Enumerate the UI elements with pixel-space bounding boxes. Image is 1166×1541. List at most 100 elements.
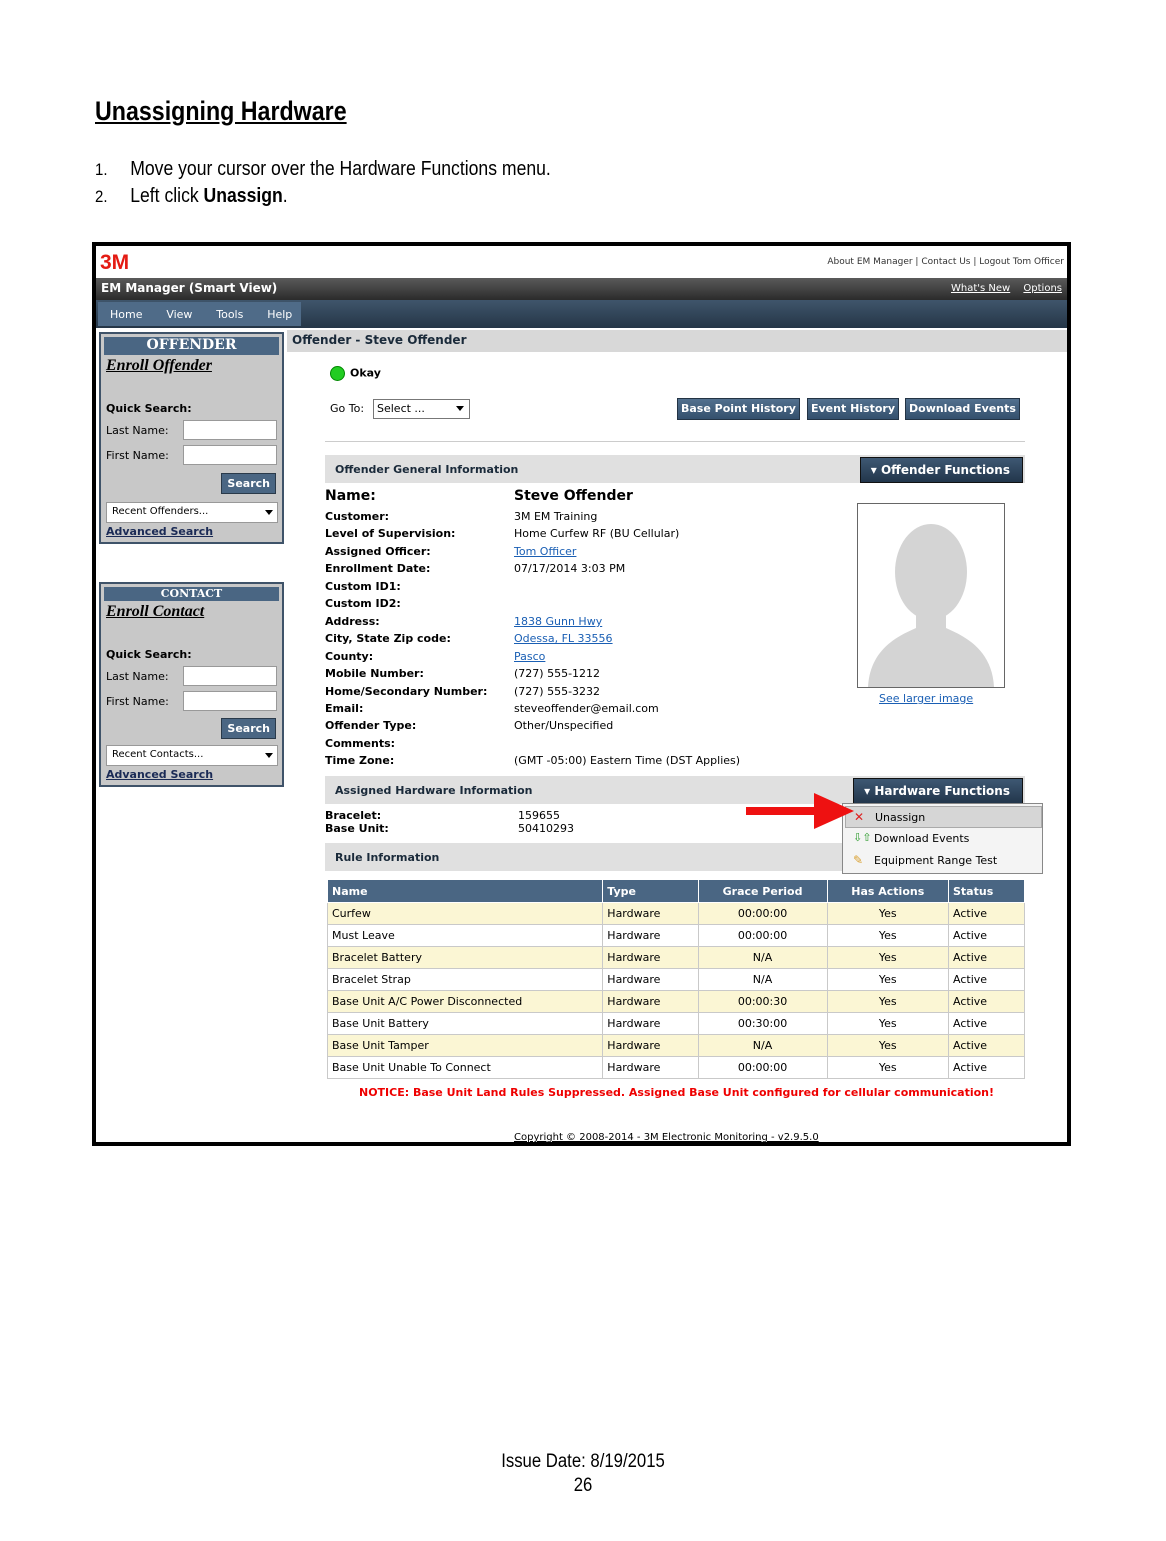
table-cell: 00:30:00 xyxy=(697,1012,828,1035)
base-point-history-button[interactable]: Base Point History xyxy=(677,398,800,420)
table-cell: Base Unit Unable To Connect xyxy=(326,1056,604,1079)
table-cell: Yes xyxy=(826,1056,950,1079)
table-cell: Active xyxy=(948,968,1025,991)
offender-panel: OFFENDER Enroll Offender Quick Search: L… xyxy=(99,332,284,544)
column-header[interactable]: Has Actions xyxy=(826,879,950,903)
table-cell: Active xyxy=(948,1034,1025,1057)
table-row[interactable]: Base Unit Tamper Hardware N/A Yes Active xyxy=(326,1034,1025,1057)
table-cell: Yes xyxy=(826,924,950,947)
contact-last-name-input[interactable] xyxy=(183,666,277,686)
column-header[interactable]: Type xyxy=(602,879,699,903)
menu-bar: Home View Tools Help xyxy=(96,300,1067,328)
options-link[interactable]: Options xyxy=(1023,283,1062,294)
detail-value: (727) 555-1212 xyxy=(514,667,601,680)
status-indicator: Okay xyxy=(330,366,381,381)
menu-view[interactable]: View xyxy=(166,308,192,321)
detail-value[interactable]: Tom Officer xyxy=(514,545,576,558)
hardware-functions-menu: ✕ Unassign ⇩⇧ Download Events ✎ Equipmen… xyxy=(842,803,1043,874)
title-links: What's New Options xyxy=(941,283,1062,294)
event-history-button[interactable]: Event History xyxy=(807,398,899,420)
detail-value: Other/Unspecified xyxy=(514,719,614,732)
offender-advanced-search-link[interactable]: Advanced Search xyxy=(106,525,213,538)
table-cell: 00:00:00 xyxy=(697,902,828,925)
offender-last-name-input[interactable] xyxy=(183,420,277,440)
detail-value: 07/17/2014 3:03 PM xyxy=(514,562,626,575)
table-cell: Hardware xyxy=(602,924,699,947)
detail-key: City, State Zip code: xyxy=(325,632,451,645)
hardware-section: Assigned Hardware Information Hardware F… xyxy=(325,776,1025,804)
detail-key: Level of Supervision: xyxy=(325,527,456,540)
recent-offenders-select[interactable]: Recent Offenders... xyxy=(106,502,278,523)
download-events-button[interactable]: Download Events xyxy=(905,398,1020,420)
whats-new-link[interactable]: What's New xyxy=(951,283,1010,294)
table-row[interactable]: Base Unit Unable To Connect Hardware 00:00… xyxy=(326,1056,1025,1079)
column-header[interactable]: Grace Period xyxy=(697,879,828,903)
table-cell: Hardware xyxy=(602,1056,699,1079)
offender-functions-button[interactable]: Offender Functions xyxy=(859,457,1023,483)
page-footer: Issue Date: 8/19/2015 26 xyxy=(0,1450,1166,1498)
enroll-offender-link[interactable]: Enroll Offender xyxy=(106,357,282,375)
divider xyxy=(325,441,1025,442)
offender-first-name-input[interactable] xyxy=(183,445,277,465)
detail-key: Time Zone: xyxy=(325,754,395,767)
table-row[interactable]: Bracelet Battery Hardware N/A Yes Active xyxy=(326,946,1025,969)
offender-photo[interactable] xyxy=(857,503,1005,688)
person-silhouette-icon xyxy=(868,524,994,687)
table-row[interactable]: Bracelet Strap Hardware N/A Yes Active xyxy=(326,968,1025,991)
column-header[interactable]: Status xyxy=(948,879,1025,903)
menu-tools[interactable]: Tools xyxy=(216,308,243,321)
table-cell: 00:00:00 xyxy=(697,1056,828,1079)
table-cell: Curfew xyxy=(326,902,604,925)
detail-key: Custom ID2: xyxy=(325,597,401,610)
menu-item-download-events[interactable]: ⇩⇧ Download Events xyxy=(845,828,1040,848)
table-cell: Hardware xyxy=(602,1034,699,1057)
detail-value: Home Curfew RF (BU Cellular) xyxy=(514,527,680,540)
step-text: Move your cursor over the Hardware Funct… xyxy=(130,158,551,180)
top-links[interactable]: About EM Manager | Contact Us | Logout T… xyxy=(827,257,1064,267)
hardware-functions-button[interactable]: Hardware Functions xyxy=(853,778,1023,804)
goto-control: Go To: Select ... xyxy=(330,399,470,419)
table-cell: 00:00:30 xyxy=(697,990,828,1013)
menu-item-unassign[interactable]: ✕ Unassign xyxy=(845,806,1042,828)
detail-value[interactable]: Odessa, FL 33556 xyxy=(514,632,613,645)
table-cell: N/A xyxy=(697,946,828,969)
column-header[interactable]: Name xyxy=(326,879,604,903)
page-number: 26 xyxy=(573,1475,593,1496)
last-name-label: Last Name: xyxy=(106,670,169,683)
detail-value[interactable]: 1838 Gunn Hwy xyxy=(514,615,602,628)
contact-search-button[interactable]: Search xyxy=(221,718,276,739)
pencil-icon: ✎ xyxy=(853,853,864,867)
notice-text: NOTICE: Base Unit Land Rules Suppressed.… xyxy=(358,1086,994,1099)
detail-key: Home/Secondary Number: xyxy=(325,685,488,698)
detail-key: Customer: xyxy=(325,510,390,523)
offender-search-button[interactable]: Search xyxy=(221,473,276,494)
table-cell: Yes xyxy=(826,1012,950,1035)
menu-home[interactable]: Home xyxy=(110,308,142,321)
bracelet-label: Bracelet: xyxy=(325,809,382,822)
enroll-contact-link[interactable]: Enroll Contact xyxy=(106,603,282,621)
menu-item-equipment-range-test[interactable]: ✎ Equipment Range Test xyxy=(845,850,1040,870)
recent-offenders-value: Recent Offenders... xyxy=(112,506,209,517)
detail-value[interactable]: Pasco xyxy=(514,650,545,663)
menu-help[interactable]: Help xyxy=(267,308,292,321)
goto-select[interactable]: Select ... xyxy=(373,399,470,419)
table-row[interactable]: Curfew Hardware 00:00:00 Yes Active xyxy=(326,902,1025,925)
detail-key: County: xyxy=(325,650,374,663)
see-larger-image-link[interactable]: See larger image xyxy=(879,692,973,705)
table-row[interactable]: Must Leave Hardware 00:00:00 Yes Active xyxy=(326,924,1025,947)
contact-first-name-input[interactable] xyxy=(183,691,277,711)
chevron-down-icon xyxy=(265,510,273,515)
step-text-prefix: Left click xyxy=(130,185,204,207)
table-cell: Base Unit Tamper xyxy=(326,1034,604,1057)
recent-contacts-select[interactable]: Recent Contacts... xyxy=(106,745,278,766)
table-row[interactable]: Base Unit Battery Hardware 00:30:00 Yes Acti… xyxy=(326,1012,1025,1035)
menu-box: Home View Tools Help xyxy=(98,302,301,326)
contact-panel: CONTACT Enroll Contact Quick Search: Las… xyxy=(99,582,284,787)
table-cell: Yes xyxy=(826,968,950,991)
step-text-suffix: . xyxy=(282,185,288,207)
detail-value: Steve Offender xyxy=(514,488,633,504)
logo-text: 3M xyxy=(100,251,129,271)
table-row[interactable]: Base Unit A/C Power Disconnected Hardware… xyxy=(326,990,1025,1013)
contact-advanced-search-link[interactable]: Advanced Search xyxy=(106,768,213,781)
status-text: Okay xyxy=(350,366,381,380)
